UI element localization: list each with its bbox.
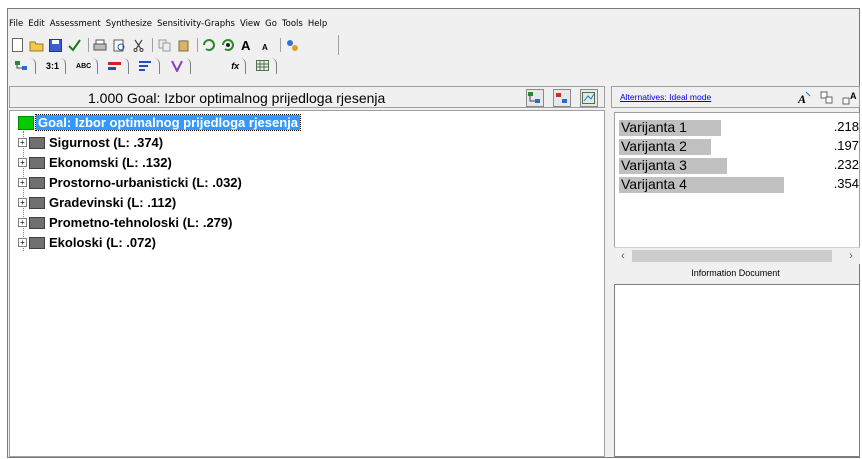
alternative-name: Varijanta 4 <box>621 176 687 192</box>
paste-icon[interactable] <box>175 37 191 53</box>
expand-icon[interactable]: + <box>18 198 27 207</box>
alternative-priority: .218 <box>833 119 859 134</box>
cut-icon[interactable] <box>130 37 146 53</box>
svg-text:A: A <box>262 43 268 52</box>
print-preview-icon[interactable] <box>111 37 127 53</box>
alternatives-header-bar: Alternatives: Ideal mode A A <box>611 86 860 108</box>
tree-node-label: Prometno-tehnoloski (L: .279) <box>49 215 233 230</box>
tree-node-label: Ekoloski (L: .072) <box>49 235 156 250</box>
refresh-green-icon[interactable] <box>220 37 236 53</box>
alternative-row[interactable]: Varijanta 2 .197 <box>619 138 859 155</box>
tree-node[interactable]: + Sigurnost (L: .374) <box>18 134 163 151</box>
expand-icon[interactable]: + <box>18 138 27 147</box>
alternatives-mode-link[interactable]: Alternatives: Ideal mode <box>620 92 711 102</box>
graphical-tab[interactable] <box>102 58 130 74</box>
refresh-icon[interactable] <box>201 37 217 53</box>
expand-icon[interactable]: + <box>18 218 27 227</box>
menu-bar: File Edit Assessment Synthesize Sensitiv… <box>9 15 332 33</box>
tree-node-label: Prostorno-urbanisticki (L: .032) <box>49 175 242 190</box>
menu-edit[interactable]: Edit <box>28 19 44 29</box>
node-layout-icon[interactable] <box>553 89 571 107</box>
alternative-priority: .354 <box>833 176 859 191</box>
main-toolbar: A A <box>9 35 339 55</box>
goal-node-icon <box>18 115 34 130</box>
open-folder-icon[interactable] <box>28 37 44 53</box>
tree-node[interactable]: + Prometno-tehnoloski (L: .279) <box>18 214 232 231</box>
grid-tab[interactable] <box>250 58 278 74</box>
font-large-icon[interactable]: A <box>239 37 255 53</box>
menu-file[interactable]: File <box>9 19 23 29</box>
scroll-right-icon[interactable]: › <box>844 249 858 263</box>
alternative-name: Varijanta 3 <box>621 157 687 173</box>
verbal-tab[interactable]: ABC <box>70 58 99 74</box>
font-settings-icon[interactable]: A <box>795 89 813 107</box>
tree-node-label: Sigurnost (L: .374) <box>49 135 164 150</box>
new-file-icon[interactable] <box>9 37 25 53</box>
menu-view[interactable]: View <box>240 19 260 29</box>
menu-sensitivity-graphs[interactable]: Sensitivity-Graphs <box>157 19 235 29</box>
scroll-thumb[interactable] <box>632 250 832 262</box>
tree-layout-icon[interactable] <box>526 89 544 107</box>
tree-node[interactable]: + Ekonomski (L: .132) <box>18 154 172 171</box>
view-toolbar: 3:1 ABC fx <box>9 57 349 75</box>
scroll-left-icon[interactable]: ‹ <box>616 249 630 263</box>
info-document-area[interactable] <box>614 284 860 457</box>
font-small-icon[interactable]: A <box>258 37 274 53</box>
alternative-priority: .232 <box>833 157 859 172</box>
menu-synthesize[interactable]: Synthesize <box>106 19 152 29</box>
toolbar-separator <box>152 38 153 52</box>
svg-text:A: A <box>797 92 806 106</box>
criterion-icon <box>29 216 45 229</box>
tree-node[interactable]: + Prostorno-urbanisticki (L: .032) <box>18 174 242 191</box>
alternative-name: Varijanta 1 <box>621 119 687 135</box>
menu-go[interactable]: Go <box>265 19 277 29</box>
criterion-icon <box>29 236 45 249</box>
info-document-header: Information Document <box>691 268 780 278</box>
copy-icon[interactable] <box>156 37 172 53</box>
tree-node-label: Gradevinski (L: .112) <box>49 195 177 210</box>
tree-node-label: Ekonomski (L: .132) <box>49 155 172 170</box>
menu-assessment[interactable]: Assessment <box>50 19 101 29</box>
toolbar-separator <box>197 38 198 52</box>
goal-node-label: Goal: Izbor optimalnog prijedloga rjesen… <box>34 114 302 131</box>
criterion-icon <box>29 136 45 149</box>
add-alternative-icon[interactable]: A <box>841 89 859 107</box>
alternatives-scrollbar[interactable]: ‹ › <box>614 247 860 264</box>
alternatives-list: Varijanta 1 .218 Varijanta 2 .197 Varija… <box>614 112 860 264</box>
alternative-row[interactable]: Varijanta 4 .354 <box>619 176 859 193</box>
expand-icon[interactable]: + <box>18 238 27 247</box>
expand-icon[interactable]: + <box>18 178 27 187</box>
criterion-icon <box>29 196 45 209</box>
toolbar-separator <box>88 38 89 52</box>
tree-view-tab[interactable] <box>9 58 36 74</box>
checkmark-icon[interactable] <box>66 37 82 53</box>
print-icon[interactable] <box>92 37 108 53</box>
pairwise-tab[interactable]: 3:1 <box>40 58 67 74</box>
criterion-icon <box>29 176 45 189</box>
expand-icon[interactable]: + <box>18 158 27 167</box>
formula-tab[interactable]: fx <box>225 58 247 74</box>
hierarchy-tree: Goal: Izbor optimalnog prijedloga rjesen… <box>9 110 605 457</box>
tree-node[interactable]: + Gradevinski (L: .112) <box>18 194 176 211</box>
save-icon[interactable] <box>47 37 63 53</box>
alternative-priority: .197 <box>833 138 859 153</box>
goal-header-title: 1.000 Goal: Izbor optimalnog prijedloga … <box>88 90 386 106</box>
bars-tab[interactable] <box>133 58 161 74</box>
sort-icon[interactable] <box>818 89 836 107</box>
menu-tools[interactable]: Tools <box>282 19 303 29</box>
svg-text:A: A <box>241 38 251 52</box>
menu-help[interactable]: Help <box>308 19 327 29</box>
alternative-row[interactable]: Varijanta 1 .218 <box>619 119 859 136</box>
criterion-icon <box>29 156 45 169</box>
goal-header-bar: 1.000 Goal: Izbor optimalnog prijedloga … <box>9 86 605 108</box>
alternative-row[interactable]: Varijanta 3 .232 <box>619 157 859 174</box>
chart-layout-icon[interactable] <box>580 89 598 107</box>
tree-node[interactable]: + Ekoloski (L: .072) <box>18 234 156 251</box>
goal-node[interactable]: Goal: Izbor optimalnog prijedloga rjesen… <box>18 114 302 131</box>
help-icon[interactable] <box>284 37 300 53</box>
svg-text:A: A <box>850 91 857 101</box>
alternative-name: Varijanta 2 <box>621 138 687 154</box>
ratings-tab[interactable] <box>164 58 192 74</box>
toolbar-separator <box>280 38 281 52</box>
